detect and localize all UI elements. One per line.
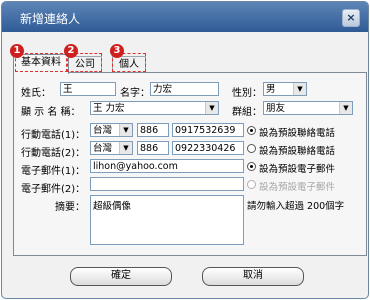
first-name-label: 名字： (120, 88, 150, 99)
group-select[interactable]: 朋友 ▼ (263, 101, 353, 115)
mobile1-number-field[interactable]: 0917532639 (172, 123, 244, 137)
last-name-field[interactable]: 王 (60, 82, 116, 96)
mobile2-label: 行動電話(2)： (21, 148, 86, 159)
mobile2-number-field[interactable]: 0922330426 (172, 141, 244, 155)
marker-2: 2 (64, 44, 78, 58)
mobile2-country-value: 台灣 (93, 143, 113, 154)
first-name-field[interactable]: 力宏 (150, 82, 219, 96)
chevron-down-icon: ▼ (119, 124, 132, 136)
gender-label: 性別： (232, 88, 262, 99)
mobile2-default-radio[interactable] (247, 144, 256, 153)
mobile2-code-field[interactable]: 886 (137, 141, 169, 155)
last-name-label: 姓氏： (21, 88, 51, 99)
window-title: 新增連絡人 (20, 12, 81, 26)
title-bar: 新增連絡人 × (2, 2, 368, 32)
gender-select[interactable]: 男 ▼ (263, 82, 307, 96)
summary-label: 摘要： (55, 202, 85, 213)
tab-highlight-1 (15, 53, 68, 72)
mobile1-default-label: 設為預設聯絡電話 (259, 128, 336, 139)
group-value: 朋友 (266, 103, 286, 114)
mobile1-country-value: 台灣 (93, 125, 113, 136)
mobile1-label: 行動電話(1)： (21, 130, 86, 141)
email2-field[interactable] (90, 177, 244, 191)
close-button[interactable]: × (342, 9, 360, 27)
chevron-down-icon: ▼ (339, 102, 352, 114)
email1-field[interactable]: lihon@yahoo.com (90, 159, 244, 173)
chevron-down-icon: ▼ (119, 142, 132, 154)
email2-default-radio[interactable] (247, 180, 256, 189)
chevron-down-icon: ▼ (205, 102, 218, 114)
mobile2-country-select[interactable]: 台灣 ▼ (90, 141, 133, 155)
email1-default-radio[interactable] (247, 162, 256, 171)
gender-value: 男 (266, 84, 276, 95)
email2-default-label: 設為預設電子郵件 (259, 182, 336, 193)
group-label: 群組： (232, 107, 262, 118)
display-name-label: 顯 示 名 稱： (21, 107, 81, 118)
display-name-select[interactable]: 王 力宏 ▼ (90, 101, 219, 115)
mobile1-default-radio[interactable] (247, 126, 256, 135)
cancel-button[interactable]: 取消 (202, 267, 304, 286)
display-name-value: 王 力宏 (93, 103, 125, 114)
email1-label: 電子郵件(1)： (21, 166, 86, 177)
summary-textarea[interactable]: 超級偶像 (90, 195, 244, 245)
summary-hint: 請勿輸入超過 200個字 (247, 201, 345, 212)
email2-label: 電子郵件(2)： (21, 184, 86, 195)
mobile2-default-label: 設為預設聯絡電話 (259, 146, 336, 157)
mobile1-code-field[interactable]: 886 (137, 123, 169, 137)
ok-button[interactable]: 確定 (70, 267, 172, 286)
chevron-down-icon: ▼ (293, 83, 306, 95)
mobile1-country-select[interactable]: 台灣 ▼ (90, 123, 133, 137)
marker-1: 1 (10, 44, 24, 58)
new-contact-dialog: 新增連絡人 × 基本資料 公司 個人 1 2 3 姓氏： 王 名字： 力宏 性別… (1, 1, 369, 299)
email1-default-label: 設為預設電子郵件 (259, 164, 336, 175)
marker-3: 3 (110, 44, 124, 58)
